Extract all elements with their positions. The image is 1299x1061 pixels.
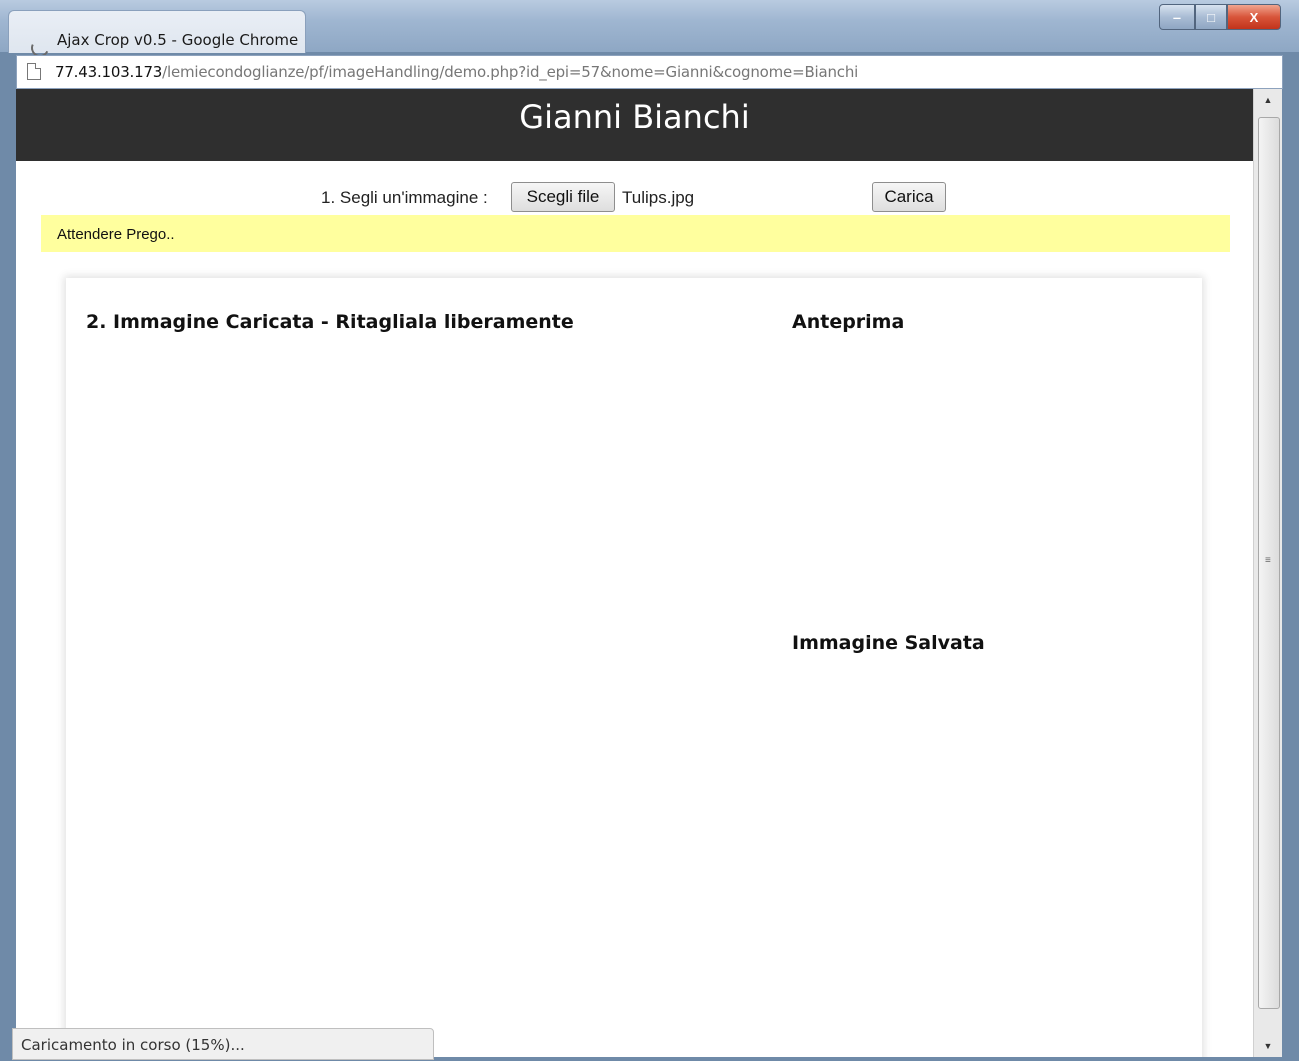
choose-file-button[interactable]: Scegli file xyxy=(511,182,615,212)
browser-status-bubble: Caricamento in corso (15%)... xyxy=(12,1028,434,1060)
address-bar[interactable]: 77.43.103.173/lemiecondoglianze/pf/image… xyxy=(16,55,1283,89)
url-host: 77.43.103.173 xyxy=(55,63,163,81)
scroll-grip-icon: ≡ xyxy=(1265,555,1271,566)
page-viewport: Gianni Bianchi 1. Segli un'immagine : Sc… xyxy=(16,89,1253,1057)
window-controls: ‒ □ X xyxy=(1159,4,1281,30)
browser-tab[interactable]: Ajax Crop v0.5 - Google Chrome xyxy=(8,10,306,60)
upload-button[interactable]: Carica xyxy=(872,182,946,212)
title-bar: Ajax Crop v0.5 - Google Chrome ‒ □ X xyxy=(0,0,1299,60)
crop-panel: 2. Immagine Caricata - Ritagliala libera… xyxy=(66,278,1202,1057)
close-button[interactable]: X xyxy=(1227,4,1281,30)
vertical-scrollbar[interactable]: ▲ ≡ ▼ xyxy=(1253,89,1282,1057)
page-icon xyxy=(27,63,41,80)
status-message: Attendere Prego.. xyxy=(57,226,175,243)
page-header: Gianni Bianchi xyxy=(16,89,1253,161)
scroll-up-icon[interactable]: ▲ xyxy=(1254,89,1282,111)
url-text[interactable]: 77.43.103.173/lemiecondoglianze/pf/image… xyxy=(55,63,858,81)
maximize-button[interactable]: □ xyxy=(1195,4,1227,30)
scroll-down-icon[interactable]: ▼ xyxy=(1254,1035,1282,1057)
close-icon: X xyxy=(1249,9,1259,25)
maximize-icon: □ xyxy=(1207,9,1215,25)
minimize-icon: ‒ xyxy=(1173,9,1181,25)
url-path: /lemiecondoglianze/pf/imageHandling/demo… xyxy=(162,63,859,81)
saved-image-title: Immagine Salvata xyxy=(792,632,985,654)
window-title: Ajax Crop v0.5 - Google Chrome xyxy=(57,31,299,49)
browser-window: Ajax Crop v0.5 - Google Chrome ‒ □ X 77.… xyxy=(0,0,1299,1061)
selected-filename: Tulips.jpg xyxy=(622,188,695,207)
upload-form: 1. Segli un'immagine : Scegli file Tulip… xyxy=(16,181,1253,213)
choose-image-label: 1. Segli un'immagine : xyxy=(321,188,488,207)
loading-status-text: Caricamento in corso (15%)... xyxy=(21,1036,245,1054)
preview-title: Anteprima xyxy=(792,311,905,333)
uploaded-image-title: 2. Immagine Caricata - Ritagliala libera… xyxy=(86,311,574,333)
scrollbar-thumb[interactable]: ≡ xyxy=(1258,117,1280,1009)
minimize-button[interactable]: ‒ xyxy=(1159,4,1195,30)
page-title: Gianni Bianchi xyxy=(519,98,750,136)
status-message-bar: Attendere Prego.. xyxy=(41,215,1230,252)
